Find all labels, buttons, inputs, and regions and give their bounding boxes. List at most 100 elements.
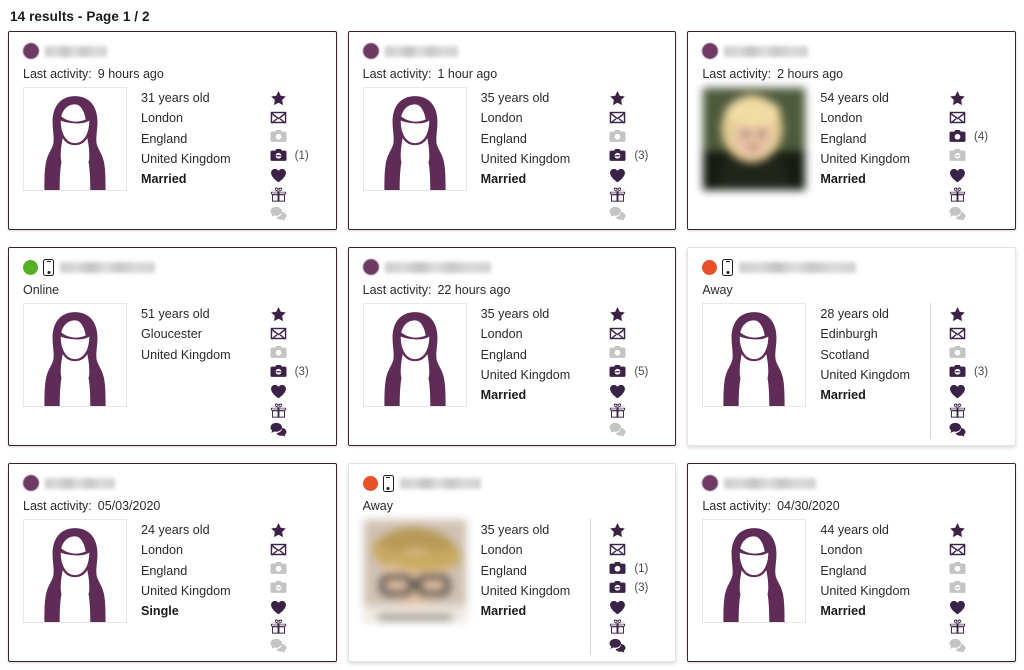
gift-icon[interactable] (607, 185, 628, 204)
message-envelope-icon[interactable] (268, 108, 289, 127)
favorite-star-icon[interactable] (607, 521, 628, 540)
message-envelope-icon-action[interactable] (607, 324, 628, 343)
private-photos-camera-icon-action[interactable]: (3) (607, 146, 648, 165)
message-envelope-icon[interactable] (947, 108, 968, 127)
chat-bubble-icon-action[interactable] (268, 420, 289, 439)
profile-name-row[interactable]: redacted-name-4 (23, 257, 330, 277)
profile-name-redacted[interactable] (384, 261, 491, 273)
profile-photo-placeholder[interactable] (702, 519, 807, 623)
profile-name-redacted[interactable] (724, 477, 817, 489)
gift-icon-action[interactable] (268, 185, 289, 204)
message-envelope-icon[interactable] (268, 324, 289, 343)
chat-bubble-icon-action[interactable] (947, 420, 968, 439)
favorite-star-icon[interactable] (607, 305, 628, 324)
like-heart-icon-action[interactable] (607, 598, 628, 617)
gift-icon-action[interactable] (607, 185, 628, 204)
gift-icon-action[interactable] (607, 401, 628, 420)
profile-photo[interactable] (702, 87, 807, 191)
favorite-star-icon[interactable] (947, 305, 968, 324)
like-heart-icon-action[interactable] (947, 598, 968, 617)
chat-bubble-icon-action[interactable] (607, 636, 628, 655)
message-envelope-icon-action[interactable] (268, 540, 289, 559)
gift-icon[interactable] (947, 185, 968, 204)
profile-name-redacted[interactable] (739, 261, 857, 273)
profile-photo-placeholder[interactable] (23, 303, 127, 407)
message-envelope-icon-action[interactable] (947, 540, 968, 559)
profile-card[interactable]: redacted-name-6 Away 28 years old Edinburgh… (687, 247, 1016, 446)
like-heart-icon-action[interactable] (947, 166, 968, 185)
like-heart-icon[interactable] (268, 598, 289, 617)
favorite-star-icon[interactable] (268, 305, 289, 324)
public-photos-camera-icon[interactable] (607, 559, 628, 578)
profile-photo-placeholder[interactable] (23, 519, 127, 623)
like-heart-icon[interactable] (607, 166, 628, 185)
profile-name-row[interactable]: redacted-name-7 (23, 473, 330, 493)
favorite-star-icon-action[interactable] (268, 521, 289, 540)
profile-card[interactable]: redacted-name-2 Last activity: 1 hour ago 3… (347, 31, 677, 230)
message-envelope-icon[interactable] (607, 540, 628, 559)
gift-icon[interactable] (947, 401, 968, 420)
profile-card[interactable]: redacted-name-9 Last activity: 04/30/2020 4… (687, 463, 1016, 662)
favorite-star-icon-action[interactable] (947, 305, 968, 324)
gift-icon-action[interactable] (947, 185, 968, 204)
profile-name-redacted[interactable] (45, 477, 115, 489)
profile-photo-placeholder[interactable] (362, 87, 467, 191)
profile-card[interactable]: redacted-name-7 Last activity: 05/03/2020 2… (8, 463, 337, 662)
private-photos-camera-icon[interactable] (268, 146, 289, 165)
like-heart-icon[interactable] (268, 166, 289, 185)
gift-icon[interactable] (268, 617, 289, 636)
gift-icon-action[interactable] (268, 617, 289, 636)
profile-name-redacted[interactable] (60, 261, 155, 273)
profile-photo-placeholder[interactable] (362, 303, 467, 407)
profile-name-redacted[interactable] (45, 45, 107, 57)
private-photos-camera-icon-action[interactable]: (3) (607, 578, 648, 597)
gift-icon[interactable] (607, 617, 628, 636)
private-photos-camera-icon-action[interactable]: (5) (607, 362, 648, 381)
favorite-star-icon-action[interactable] (947, 521, 968, 540)
profile-photo-placeholder[interactable] (702, 303, 807, 407)
gift-icon-action[interactable] (607, 617, 628, 636)
public-photos-camera-icon-action[interactable]: (4) (947, 127, 988, 146)
private-photos-camera-icon[interactable] (947, 362, 968, 381)
private-photos-camera-icon-action[interactable]: (3) (947, 362, 988, 381)
like-heart-icon-action[interactable] (607, 382, 628, 401)
message-envelope-icon-action[interactable] (268, 324, 289, 343)
like-heart-icon-action[interactable] (947, 382, 968, 401)
profile-name-row[interactable]: redacted-name-8 (362, 473, 670, 493)
gift-icon-action[interactable] (268, 401, 289, 420)
private-photos-camera-icon[interactable] (607, 578, 628, 597)
profile-name-row[interactable]: redacted-name-1 (23, 41, 330, 61)
profile-name-row[interactable]: redacted-name-2 (362, 41, 670, 61)
message-envelope-icon[interactable] (607, 108, 628, 127)
favorite-star-icon-action[interactable] (268, 89, 289, 108)
message-envelope-icon-action[interactable] (268, 108, 289, 127)
profile-name-row[interactable]: redacted-name-3 (702, 41, 1009, 61)
profile-name-redacted[interactable] (399, 477, 481, 489)
like-heart-icon-action[interactable] (268, 382, 289, 401)
profile-card[interactable]: redacted-name-5 Last activity: 22 hours ag… (347, 247, 677, 446)
like-heart-icon[interactable] (947, 382, 968, 401)
profile-card[interactable]: redacted-name-8 Away 35 years old London Eng… (347, 463, 677, 662)
message-envelope-icon[interactable] (268, 540, 289, 559)
profile-photo-placeholder[interactable] (23, 87, 127, 191)
profile-name-redacted[interactable] (384, 45, 458, 57)
favorite-star-icon[interactable] (268, 521, 289, 540)
profile-name-redacted[interactable] (724, 45, 809, 57)
gift-icon[interactable] (268, 401, 289, 420)
message-envelope-icon[interactable] (947, 324, 968, 343)
profile-name-row[interactable]: redacted-name-9 (702, 473, 1009, 493)
favorite-star-icon-action[interactable] (268, 305, 289, 324)
gift-icon[interactable] (268, 185, 289, 204)
message-envelope-icon-action[interactable] (947, 324, 968, 343)
like-heart-icon-action[interactable] (607, 166, 628, 185)
favorite-star-icon-action[interactable] (607, 305, 628, 324)
chat-bubble-icon[interactable] (607, 636, 628, 655)
favorite-star-icon-action[interactable] (947, 89, 968, 108)
private-photos-camera-icon[interactable] (607, 146, 628, 165)
chat-bubble-icon[interactable] (947, 420, 968, 439)
profile-card[interactable]: redacted-name-4 Online 51 years old Glouces… (8, 247, 337, 446)
gift-icon-action[interactable] (947, 617, 968, 636)
chat-bubble-icon[interactable] (268, 420, 289, 439)
private-photos-camera-icon-action[interactable]: (1) (268, 146, 309, 165)
gift-icon[interactable] (607, 401, 628, 420)
